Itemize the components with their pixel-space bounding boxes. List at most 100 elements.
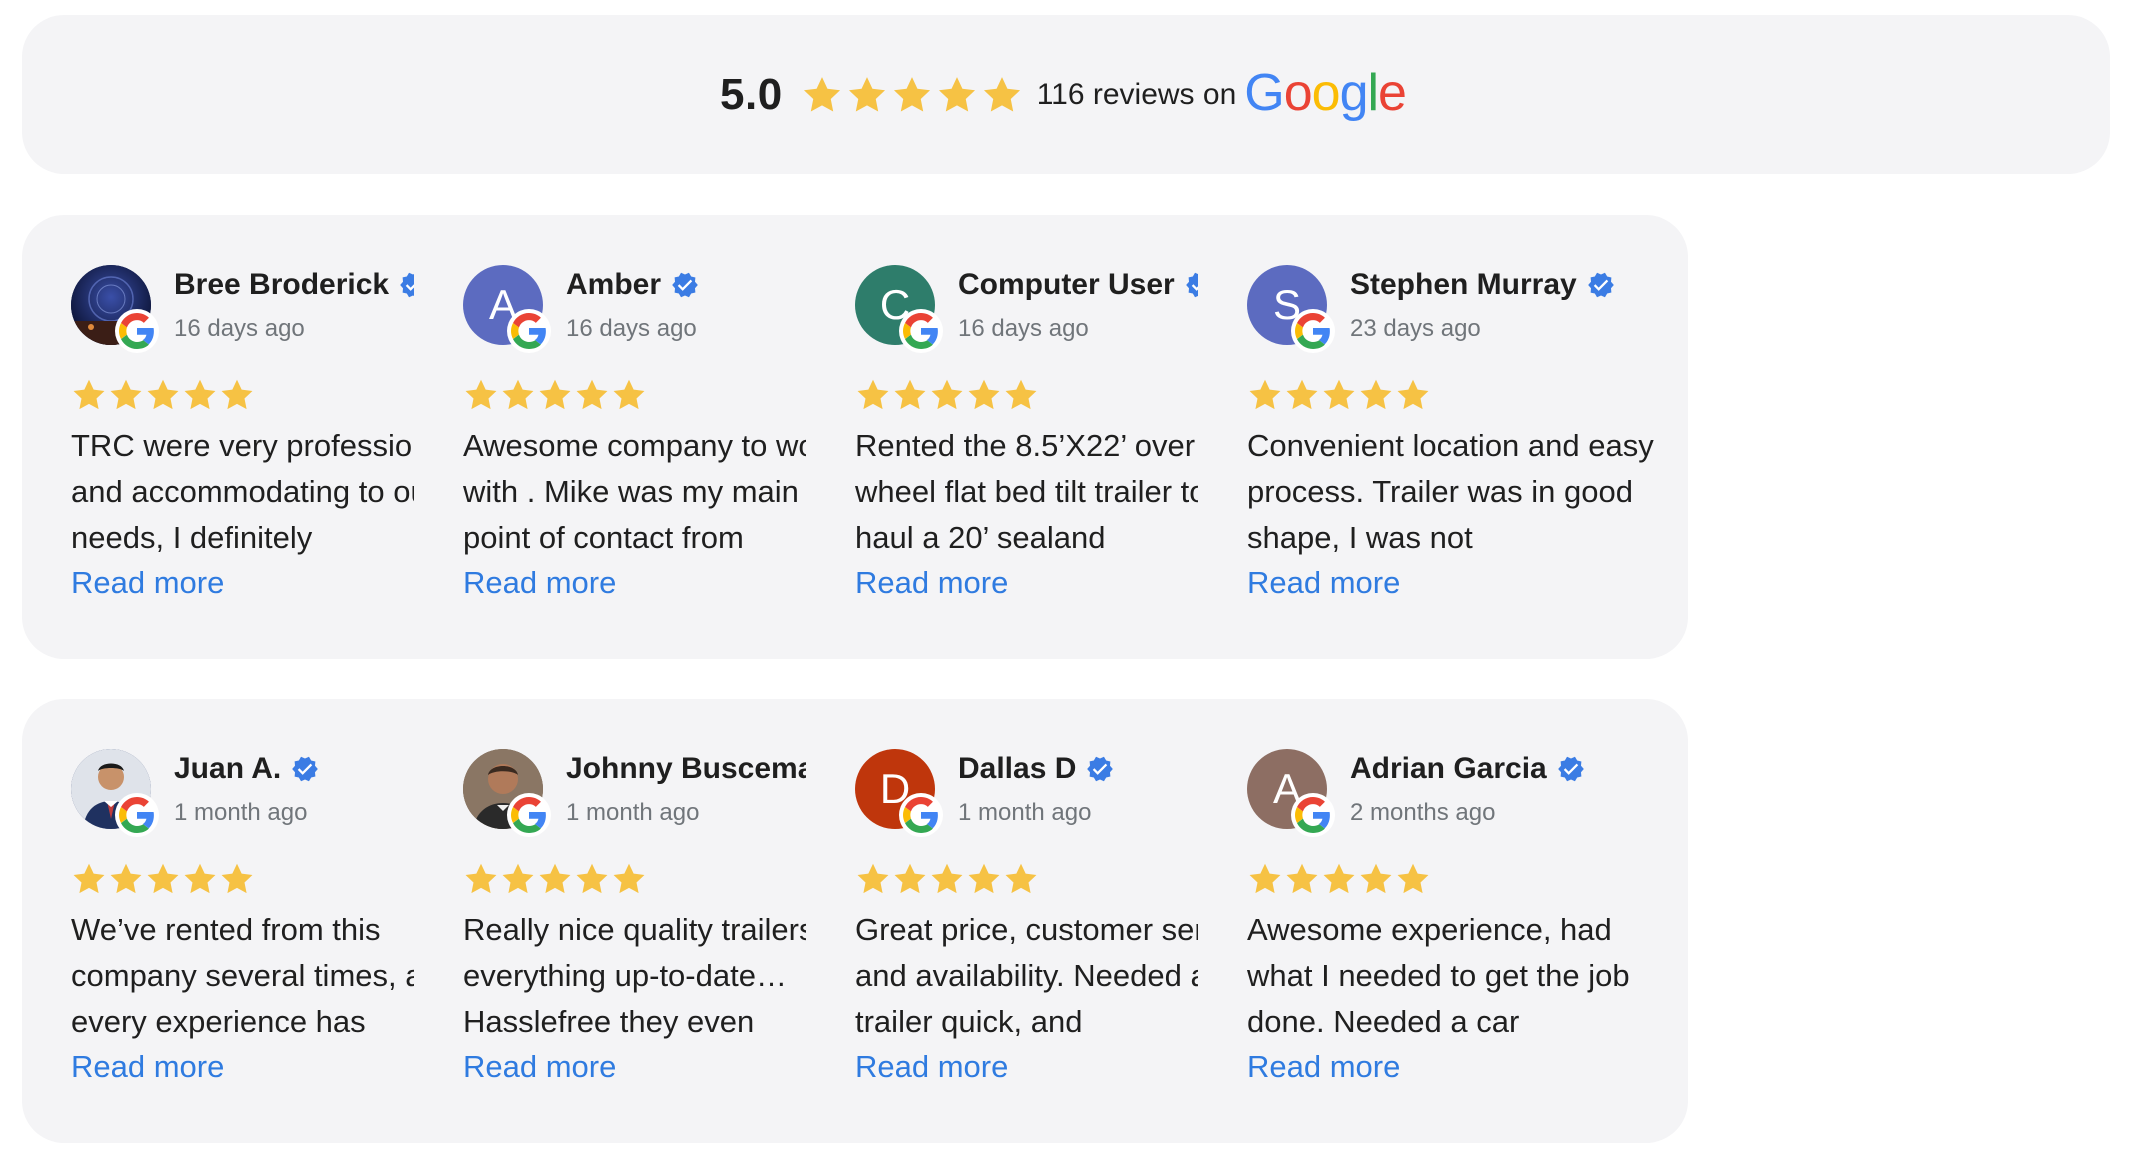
google-icon [507, 793, 551, 837]
star-icon [184, 863, 216, 894]
review-stars [1247, 861, 1431, 897]
reviewer-avatar-wrap: D [855, 749, 943, 837]
review-date: 2 months ago [1350, 799, 1496, 826]
review-date: 1 month ago [174, 799, 308, 826]
reviewer-name[interactable]: Amber [566, 268, 661, 302]
name-row: Stephen Murray [1350, 268, 1615, 302]
review-count: 116 reviews on [1036, 77, 1237, 111]
star-icon [931, 379, 963, 410]
star-icon [1360, 863, 1392, 894]
google-icon [507, 309, 551, 353]
star-icon [613, 379, 645, 410]
review-date: 16 days ago [958, 315, 1089, 342]
review-card: A Adrian Garcia 2 months ago Awesome exp… [1198, 699, 1688, 1143]
google-icon [1291, 309, 1335, 353]
star-icon [576, 379, 608, 410]
reviewer-name[interactable]: Computer User [958, 268, 1175, 302]
read-more-link[interactable]: Read more [855, 1049, 1008, 1085]
star-icon [968, 379, 1000, 410]
read-more-link[interactable]: Read more [855, 565, 1008, 601]
star-icon [465, 379, 497, 410]
star-icon [613, 863, 645, 894]
star-icon [539, 863, 571, 894]
google-icon [899, 793, 943, 837]
star-icon [147, 863, 179, 894]
review-date: 1 month ago [958, 799, 1092, 826]
reviewer-avatar-wrap: S [1247, 265, 1335, 353]
star-icon [848, 76, 885, 111]
verified-badge-icon [1587, 271, 1615, 299]
star-icon [938, 76, 975, 111]
read-more-link[interactable]: Read more [1247, 1049, 1400, 1085]
name-row: Amber [566, 268, 699, 302]
review-stars [71, 377, 255, 413]
star-icon [147, 379, 179, 410]
star-icon [1397, 863, 1429, 894]
star-icon [1323, 863, 1355, 894]
review-text: Convenient location and easy process. Tr… [1247, 428, 1654, 555]
name-row: Bree Broderick [174, 268, 427, 302]
summary-stars [801, 74, 1023, 116]
star-icon [931, 863, 963, 894]
star-icon [803, 76, 840, 111]
star-icon [1005, 863, 1037, 894]
google-icon [899, 309, 943, 353]
rating-summary-bar: 5.0 116 reviews on Google [22, 15, 2110, 174]
review-stars [855, 377, 1039, 413]
star-icon [983, 76, 1020, 111]
review-date: 23 days ago [1350, 315, 1481, 342]
star-icon [1323, 379, 1355, 410]
star-icon [968, 863, 1000, 894]
reviewer-name[interactable]: Juan A. [174, 752, 281, 786]
reviewer-avatar-wrap: C [855, 265, 943, 353]
reviewer-name[interactable]: Bree Broderick [174, 268, 389, 302]
reviewer-avatar-wrap [71, 749, 159, 837]
reviewer-name[interactable]: Stephen Murray [1350, 268, 1577, 302]
star-icon [465, 863, 497, 894]
star-icon [1286, 379, 1318, 410]
reviewer-avatar-wrap [71, 265, 159, 353]
star-icon [1397, 379, 1429, 410]
star-icon [73, 379, 105, 410]
star-icon [539, 379, 571, 410]
read-more-link[interactable]: Read more [463, 565, 616, 601]
name-row: Dallas D [958, 752, 1114, 786]
review-stars [855, 861, 1039, 897]
review-date: 16 days ago [174, 315, 305, 342]
name-row: Juan A. [174, 752, 319, 786]
verified-badge-icon [1086, 755, 1114, 783]
star-icon [1249, 863, 1281, 894]
star-icon [576, 863, 608, 894]
google-icon [1291, 793, 1335, 837]
star-icon [894, 379, 926, 410]
review-date: 1 month ago [566, 799, 700, 826]
average-rating: 5.0 [720, 69, 783, 119]
star-icon [894, 863, 926, 894]
google-logo[interactable]: Google [1244, 67, 1407, 119]
star-icon [502, 379, 534, 410]
star-icon [1286, 863, 1318, 894]
read-more-link[interactable]: Read more [1247, 565, 1400, 601]
verified-badge-icon [1557, 755, 1585, 783]
reviewer-name[interactable]: Dallas D [958, 752, 1076, 786]
reviewer-avatar-wrap: A [1247, 749, 1335, 837]
read-more-link[interactable]: Read more [463, 1049, 616, 1085]
read-more-link[interactable]: Read more [71, 565, 224, 601]
review-card: S Stephen Murray 23 days ago Convenient … [1198, 215, 1688, 659]
review-stars [1247, 377, 1431, 413]
reviewer-name[interactable]: Johnny Buscema [566, 752, 814, 786]
review-stars [463, 377, 647, 413]
star-icon [221, 863, 253, 894]
name-row: Computer User [958, 268, 1213, 302]
review-text: Awesome experience, had what I needed to… [1247, 912, 1630, 1039]
star-icon [1360, 379, 1392, 410]
review-stars [71, 861, 255, 897]
name-row: Adrian Garcia [1350, 752, 1585, 786]
verified-badge-icon [291, 755, 319, 783]
read-more-link[interactable]: Read more [71, 1049, 224, 1085]
star-icon [502, 863, 534, 894]
star-icon [1005, 379, 1037, 410]
verified-badge-icon [671, 271, 699, 299]
reviewer-name[interactable]: Adrian Garcia [1350, 752, 1547, 786]
review-stars [463, 861, 647, 897]
